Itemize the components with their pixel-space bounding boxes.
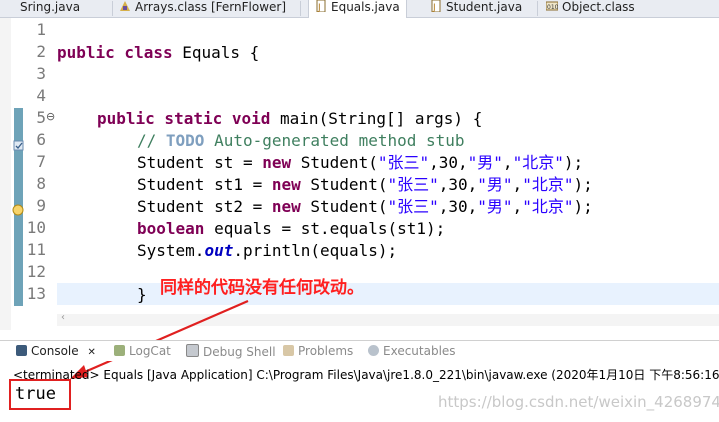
- tab-logcat[interactable]: LogCat: [114, 344, 171, 358]
- logcat-icon: [114, 345, 125, 356]
- debug-shell-icon: [186, 344, 199, 357]
- executables-icon: [368, 345, 379, 356]
- watermark: https://blog.csdn.net/weixin_42689746: [438, 393, 719, 411]
- tab-executables[interactable]: Executables: [368, 344, 456, 358]
- console-icon: [16, 345, 27, 356]
- close-icon[interactable]: ✕: [87, 347, 95, 358]
- tab-label: LogCat: [129, 344, 171, 358]
- console-output: true: [15, 384, 56, 404]
- problems-icon: [283, 345, 294, 356]
- tab-label: Debug Shell: [203, 345, 276, 359]
- console-terminated-status: <terminated> Equals [Java Application] C…: [13, 368, 719, 382]
- tab-debug-shell[interactable]: Debug Shell: [186, 344, 276, 359]
- tab-label: Console: [31, 344, 79, 358]
- tab-label: Problems: [298, 344, 354, 358]
- tab-label: Executables: [383, 344, 456, 358]
- annotation-text: 同样的代码没有任何改动。: [160, 278, 364, 298]
- tab-console[interactable]: Console ✕: [16, 344, 96, 358]
- tab-problems[interactable]: Problems: [283, 344, 353, 358]
- console-tab-bar: Console ✕ LogCat Debug Shell Problems Ex…: [0, 340, 719, 361]
